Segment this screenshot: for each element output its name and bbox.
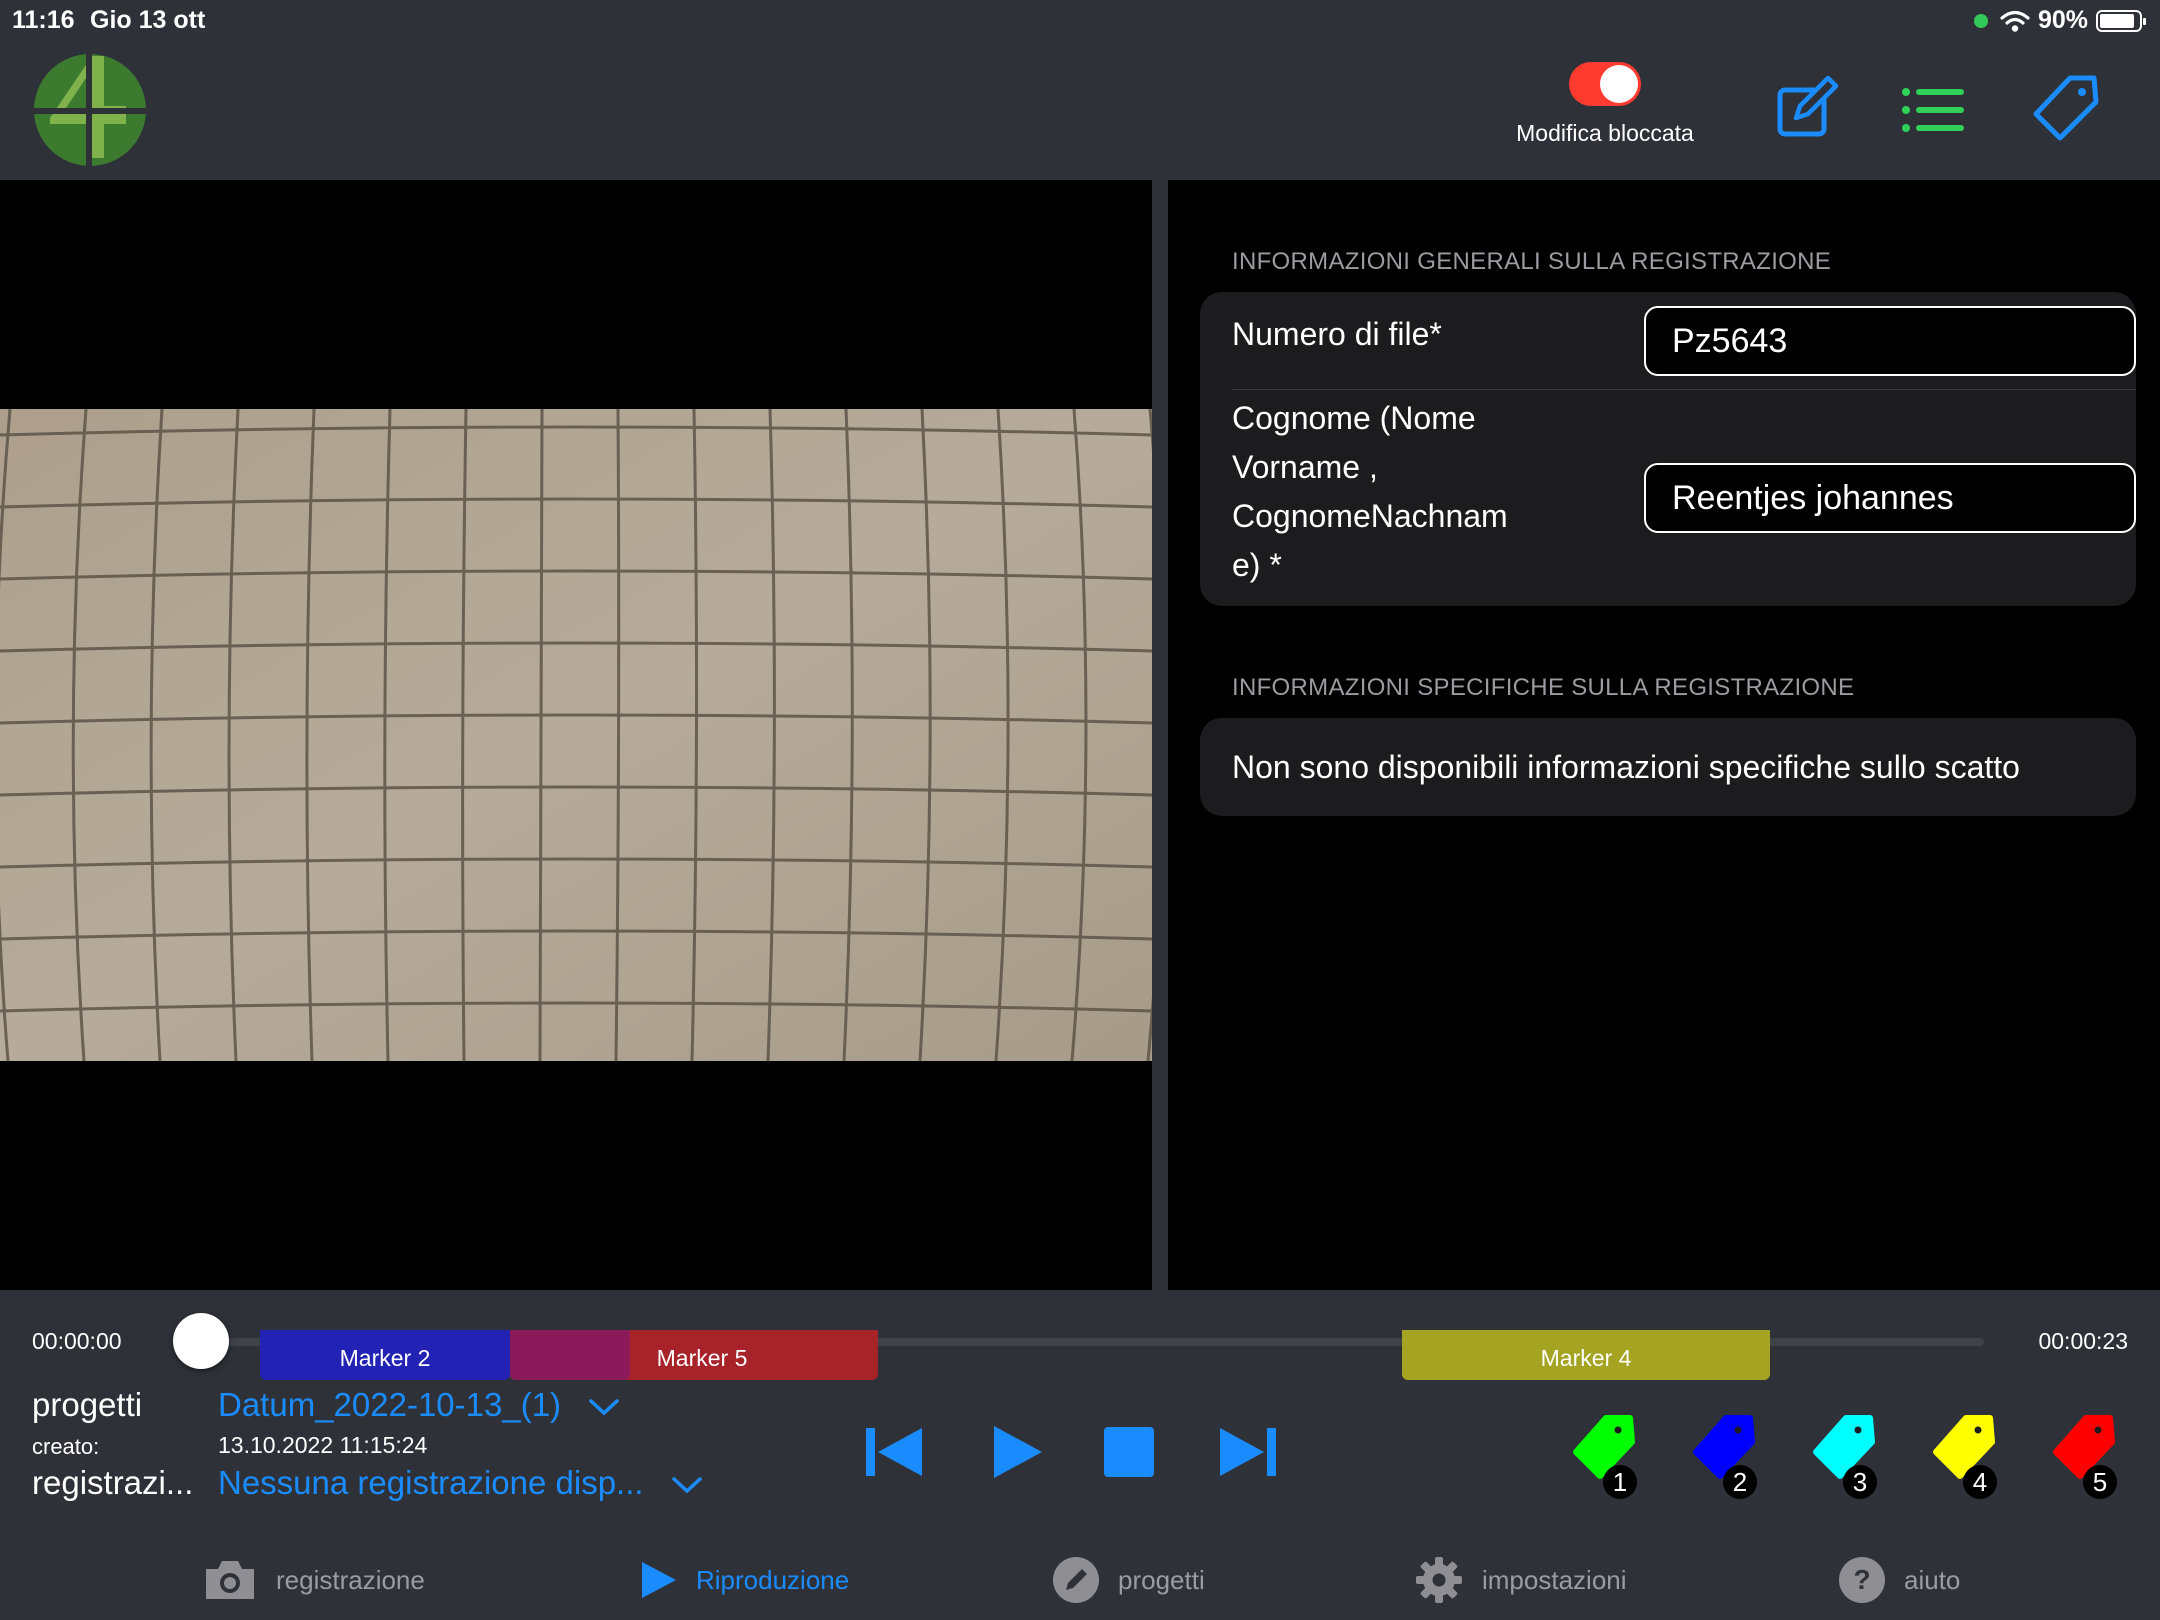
general-info-header: INFORMAZIONI GENERALI SULLA REGISTRAZION… (1232, 248, 1832, 275)
surname-field[interactable]: Reentjes johannes (1644, 463, 2136, 533)
tag-icon[interactable] (2030, 74, 2100, 144)
surname-label: Cognome (Nome Vorname , CognomeNachnam e… (1232, 400, 1508, 583)
projects-label: progetti (32, 1386, 143, 1423)
app-logo (30, 48, 154, 172)
marker-tag-number: 5 (2093, 1467, 2107, 1497)
created-label: creato: (32, 1434, 100, 1459)
marker-tag-number: 2 (1733, 1467, 1747, 1497)
skip-forward-icon[interactable] (1216, 1422, 1278, 1482)
pencil-icon (1053, 1557, 1099, 1603)
marker-tag-2-icon[interactable]: 2 (1680, 1410, 1770, 1506)
stop-icon[interactable] (1100, 1422, 1162, 1482)
timeline-scrubber[interactable] (173, 1313, 229, 1369)
status-indicators: 90% (1973, 6, 2146, 35)
marker-tag-1-icon[interactable]: 1 (1560, 1410, 1650, 1506)
chevron-down-icon (589, 1399, 619, 1416)
status-date: Gio 13 ott (90, 6, 206, 34)
wifi-icon (2000, 10, 2030, 32)
privacy-indicator-icon (1973, 13, 1988, 28)
video-frame (0, 409, 1152, 1061)
recording-selector[interactable]: Nessuna registrazione disp... (218, 1464, 703, 1502)
edit-icon[interactable] (1772, 74, 1842, 144)
tab-aiuto[interactable]: ? aiuto (1838, 1550, 1960, 1610)
chevron-down-icon (671, 1477, 702, 1494)
tab-registrazione[interactable]: registrazione (202, 1550, 425, 1610)
edit-lock-label: Modifica bloccata (1516, 120, 1694, 146)
skip-back-icon[interactable] (864, 1422, 926, 1482)
marker-tag-4-icon[interactable]: 4 (1920, 1410, 2010, 1506)
tab-impostazioni[interactable]: impostazioni (1414, 1550, 1627, 1610)
list-icon[interactable] (1898, 74, 1968, 144)
file-number-field[interactable]: Pz5643 (1644, 306, 2136, 376)
specific-info-header: INFORMAZIONI SPECIFICHE SULLA REGISTRAZI… (1232, 674, 1855, 701)
marker-tag-5-icon[interactable]: 5 (2040, 1410, 2130, 1506)
gear-icon (1416, 1557, 1462, 1603)
specific-info-card: Non sono disponibili informazioni specif… (1200, 718, 2136, 816)
video-player[interactable] (0, 180, 1152, 1290)
row-divider (1232, 389, 2136, 390)
battery-icon (2096, 9, 2146, 32)
marker-tag-number: 4 (1973, 1467, 1987, 1497)
status-time: 11:16 (12, 6, 75, 34)
tab-progetti[interactable]: progetti (1052, 1550, 1205, 1610)
help-icon: ? (1839, 1557, 1885, 1603)
created-value: 13.10.2022 11:15:24 (218, 1432, 428, 1458)
project-selector[interactable]: Datum_2022-10-13_(1) (218, 1386, 620, 1424)
timeline-marker-4[interactable]: Marker 4 (1402, 1330, 1770, 1380)
playback-controls: 00:00:00 00:00:23 Marker 2 Marker 5 Mark… (0, 1290, 2160, 1620)
file-number-label: Numero di file* (1232, 316, 1442, 352)
current-time: 00:00:00 (32, 1328, 122, 1354)
general-info-card: Numero di file* Pz5643 Cognome (Nome Vor… (1200, 292, 2136, 606)
battery-percent: 90% (2037, 6, 2088, 34)
total-time: 00:00:23 (2038, 1328, 2128, 1354)
recording-info-panel: INFORMAZIONI GENERALI SULLA REGISTRAZION… (1168, 180, 2160, 1290)
marker-tag-3-icon[interactable]: 3 (1800, 1410, 1890, 1506)
timeline-marker-overlap (510, 1330, 630, 1380)
lock-toggle-group: Modifica bloccata (1500, 62, 1710, 147)
edit-lock-toggle[interactable] (1569, 62, 1641, 106)
specific-info-message: Non sono disponibili informazioni specif… (1232, 749, 2020, 785)
timeline-marker-2[interactable]: Marker 2 (260, 1330, 510, 1380)
marker-tag-number: 1 (1613, 1467, 1627, 1497)
play-icon[interactable] (990, 1422, 1052, 1482)
panel-divider[interactable] (1152, 180, 1168, 1290)
recordings-label: registrazi... (32, 1464, 194, 1501)
camera-icon (206, 1561, 254, 1599)
tab-riproduzione[interactable]: Riproduzione (640, 1550, 849, 1610)
video-still-grid-paper (0, 409, 1152, 1061)
marker-tag-number: 3 (1853, 1467, 1867, 1497)
play-icon (642, 1562, 676, 1598)
top-bar: 11:16 Gio 13 ott 90% Modifica bloccata (0, 0, 2160, 180)
svg-text:?: ? (1853, 1564, 1870, 1595)
